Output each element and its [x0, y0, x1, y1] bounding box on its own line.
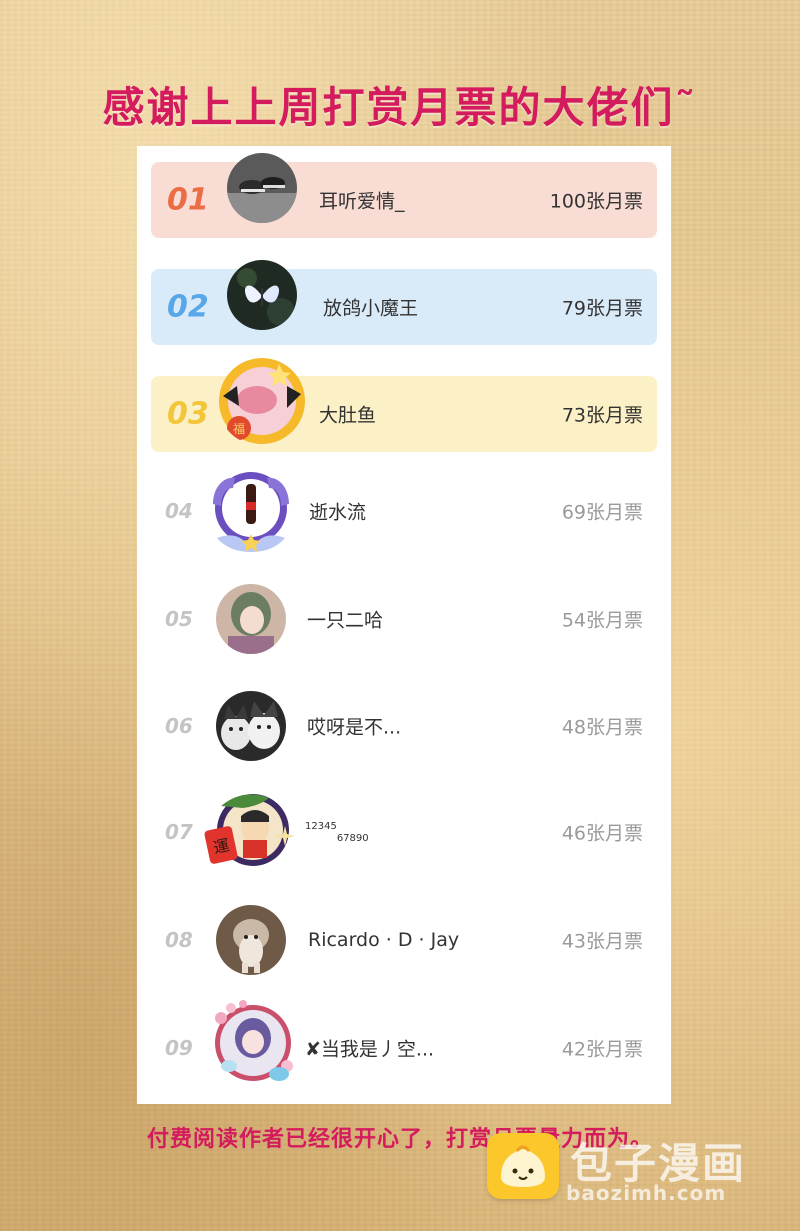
butterfly-avatar	[227, 260, 297, 330]
vote-count: 69张月票	[561, 501, 643, 524]
vote-count: 48张月票	[561, 716, 643, 739]
ranking-row-5: 05 一只二哈 54张月票	[137, 579, 671, 659]
hedgehog-avatar	[216, 905, 286, 975]
ranking-row-4: 04 逝水流 69张月票	[137, 471, 671, 552]
vote-count: 42张月票	[561, 1038, 643, 1061]
page-title: 感谢上上周打赏月票的大佬们˜	[102, 83, 698, 132]
user-name: 1234567890	[305, 820, 369, 844]
rank-number: 03	[167, 396, 209, 432]
rank-number: 09	[165, 1036, 193, 1060]
user-name: Ricardo · D · Jay	[308, 929, 460, 951]
ranking-row-7: 07 運 1234567890 46张月票	[137, 792, 671, 872]
user-name-sub: 67890	[336, 833, 369, 844]
user-name: 耳听爱情_	[319, 190, 405, 213]
svg-text:福: 福	[233, 421, 245, 436]
husky-dogs-avatar	[216, 691, 286, 761]
vote-count: 73张月票	[561, 404, 643, 427]
ranking-row-2: 02 放鸽小魔王 79张月票	[151, 260, 657, 345]
rank-number: 07	[165, 820, 193, 844]
cola-badge-avatar	[203, 466, 299, 556]
rank-number: 01	[167, 182, 209, 218]
user-name: 一只二哈	[307, 609, 384, 632]
fortune-cartoon-avatar: 運	[203, 786, 297, 876]
watermark-url: baozimh.com	[566, 1181, 727, 1205]
anime-girl-avatar	[216, 584, 286, 654]
ranking-row-8: 08 Ricardo · D · Jay 43张月票	[137, 900, 671, 980]
vote-count: 100张月票	[549, 190, 643, 213]
ranking-row-9: 09 ✘当我是丿空... 42张月票	[137, 1000, 671, 1088]
user-name: 逝水流	[309, 501, 367, 524]
ranking-row-1: 01 耳听爱情_ 100张月票	[151, 153, 657, 238]
rank-number: 02	[167, 289, 209, 325]
user-name: ✘当我是丿空...	[305, 1038, 435, 1061]
lucky-badge-avatar: 福	[217, 356, 307, 446]
user-name: 放鸽小魔王	[323, 297, 419, 320]
ranking-row-6: 06 哎呀是不... 48张月票	[137, 686, 671, 766]
rank-number: 06	[165, 714, 193, 738]
vote-count: 54张月票	[561, 609, 643, 632]
vote-count: 43张月票	[561, 930, 643, 953]
vote-count: 79张月票	[561, 297, 643, 320]
sakura-anime-avatar	[207, 996, 301, 1090]
rank-number: 08	[165, 928, 193, 952]
ranking-card: 01 耳听爱情_ 100张月票 02 放鸽小魔王 79张月票 03 福 大肚鱼 …	[137, 146, 671, 1104]
vote-count: 46张月票	[561, 822, 643, 845]
sneakers-photo-avatar	[227, 153, 297, 223]
user-name: 大肚鱼	[319, 404, 377, 427]
ranking-row-3: 03 福 大肚鱼 73张月票	[151, 358, 657, 452]
user-name-sup: 12345	[305, 821, 337, 832]
rank-number: 04	[165, 499, 193, 523]
bun-logo-icon	[487, 1133, 559, 1199]
rank-number: 05	[165, 607, 193, 631]
user-name: 哎呀是不...	[307, 716, 402, 739]
